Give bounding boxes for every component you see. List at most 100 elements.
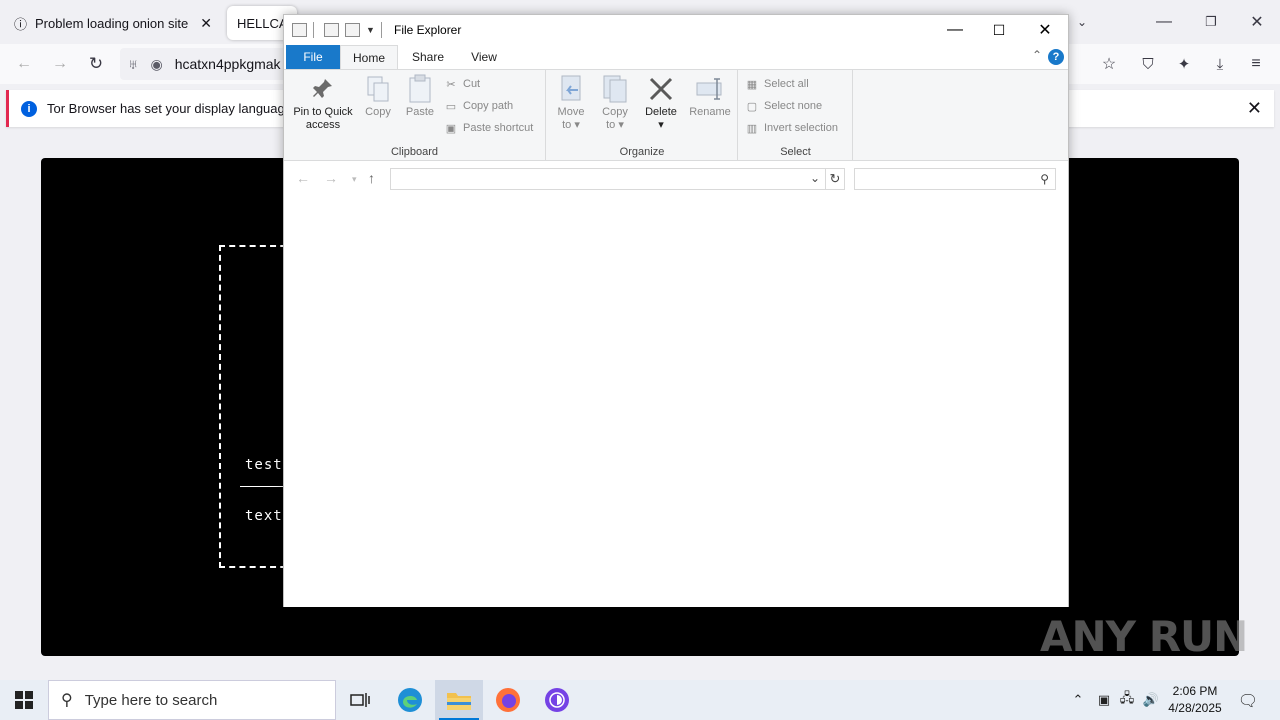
taskbar-search-placeholder: Type here to search <box>84 691 218 709</box>
close-notification-icon[interactable]: ✕ <box>1247 98 1262 119</box>
tab-view[interactable]: View <box>460 45 508 69</box>
copy-icon <box>363 74 393 104</box>
firefox-icon[interactable] <box>484 680 532 720</box>
move-to-button[interactable]: Move to ▾ <box>553 74 589 132</box>
copy-to-icon <box>600 74 630 104</box>
info-icon: i <box>21 100 37 117</box>
tor-browser-icon[interactable] <box>533 680 581 720</box>
clipboard-group-label: Clipboard <box>390 146 439 158</box>
folder-window-icon <box>292 23 307 37</box>
organize-group: Move to ▾ Copy to ▾ Delete ▾ Rename Orga… <box>547 70 738 160</box>
quick-access-toolbar: ▼ <box>292 22 382 38</box>
bookmark-star-icon[interactable]: ☆ <box>1097 52 1121 76</box>
ribbon-home: Pin to Quick access Copy Paste ✂ Cut ▭ C… <box>284 69 1068 161</box>
select-group-label: Select <box>780 146 811 158</box>
ribbon-tabs: File Home Share View ⌃ ? <box>284 45 1068 69</box>
collapse-ribbon-icon[interactable]: ⌃ <box>1032 48 1042 62</box>
back-arrow-icon[interactable]: ← <box>12 52 36 76</box>
clock-date: 4/28/2025 <box>1168 701 1222 715</box>
reload-icon[interactable]: ↻ <box>84 52 108 76</box>
windows-start-icon[interactable] <box>0 680 48 720</box>
shield-icon[interactable]: ⛉ <box>1136 52 1160 76</box>
search-field[interactable]: ⚲ <box>854 168 1056 190</box>
taskbar-search-box[interactable]: ⚲ Type here to search <box>48 680 336 720</box>
show-hidden-icons-chevron[interactable]: ⌃ <box>1068 680 1088 720</box>
onion-icon[interactable]: ◉ <box>151 56 163 73</box>
explorer-back-icon[interactable]: ← <box>296 170 310 186</box>
menu-hamburger-icon[interactable]: ≡ <box>1244 52 1268 76</box>
cut-button[interactable]: ✂ Cut <box>444 74 480 94</box>
address-dropdown-icon[interactable]: ⌄ <box>810 171 820 185</box>
window-title: File Explorer <box>394 23 462 37</box>
customize-qat-dropdown-icon[interactable]: ▼ <box>366 25 375 35</box>
tab-share[interactable]: Share <box>402 45 454 69</box>
paste-shortcut-button[interactable]: ▣ Paste shortcut <box>444 118 534 138</box>
address-bar[interactable] <box>390 168 826 190</box>
close-browser-icon[interactable]: ✕ <box>1243 10 1271 34</box>
anyrun-watermark: ANY RUN <box>1040 612 1248 661</box>
info-icon: ⓘ <box>14 16 28 32</box>
taskbar-clock[interactable]: 2:06 PM 4/28/2025 <box>1160 683 1230 717</box>
file-list-area[interactable] <box>284 195 1068 607</box>
delete-button[interactable]: Delete ▾ <box>639 74 683 132</box>
tab-home[interactable]: Home <box>340 45 398 69</box>
search-icon: ⚲ <box>61 692 73 709</box>
close-icon[interactable]: ✕ <box>1022 15 1068 45</box>
recent-locations-icon[interactable]: ▾ <box>352 174 357 185</box>
organize-group-label: Organize <box>619 146 665 158</box>
notification-text: Tor Browser has set your display languag… <box>47 101 313 116</box>
page-line-text: text <box>245 508 283 524</box>
forward-arrow-icon[interactable]: → <box>48 52 72 76</box>
download-icon[interactable]: ⤓ <box>1208 52 1232 76</box>
paste-button[interactable]: Paste <box>402 74 438 119</box>
close-tab-icon[interactable]: ✕ <box>200 15 212 32</box>
pin-to-quick-access-button[interactable]: Pin to Quick access <box>290 74 356 132</box>
volume-icon[interactable]: 🔊 <box>1141 680 1161 720</box>
url-text: hcatxn4ppkgmak <box>174 56 281 72</box>
file-explorer-taskbar-icon[interactable] <box>435 680 483 720</box>
restore-browser-icon[interactable]: ❐ <box>1197 10 1225 34</box>
select-none-icon: ▢ <box>746 100 758 113</box>
rename-button[interactable]: Rename <box>687 74 733 119</box>
tor-circuit-icon[interactable]: ♅ <box>128 56 139 72</box>
invert-selection-icon: ▥ <box>746 122 758 135</box>
copy-path-icon: ▭ <box>445 100 457 113</box>
select-none-button[interactable]: ▢ Select none <box>745 96 822 116</box>
minimize-icon[interactable]: — <box>932 15 978 45</box>
paste-icon <box>405 74 435 104</box>
help-icon[interactable]: ? <box>1048 49 1064 65</box>
copy-path-button[interactable]: ▭ Copy path <box>444 96 513 116</box>
new-folder-icon[interactable] <box>345 23 360 37</box>
select-group: ▦ Select all ▢ Select none ▥ Invert sele… <box>739 70 853 160</box>
pin-icon <box>308 74 338 104</box>
task-view-icon[interactable] <box>336 680 384 720</box>
up-arrow-icon[interactable]: ↑ <box>368 170 375 186</box>
network-icon[interactable]: 🖧 <box>1117 680 1137 720</box>
file-explorer-window: ▼ File Explorer — ☐ ✕ File Home Share Vi… <box>283 14 1069 607</box>
paste-shortcut-icon: ▣ <box>445 122 457 135</box>
maximize-icon[interactable]: ☐ <box>976 15 1022 45</box>
edge-browser-icon[interactable] <box>386 680 434 720</box>
clock-time: 2:06 PM <box>1172 684 1218 698</box>
select-all-button[interactable]: ▦ Select all <box>745 74 809 94</box>
page-line-test: test <box>245 457 283 473</box>
properties-icon[interactable] <box>324 23 339 37</box>
select-all-icon: ▦ <box>746 78 758 91</box>
tab-file[interactable]: File <box>286 45 340 69</box>
minimize-browser-icon[interactable]: — <box>1150 10 1178 34</box>
refresh-icon[interactable]: ↻ <box>825 168 845 190</box>
copy-button[interactable]: Copy <box>360 74 396 119</box>
copy-to-button[interactable]: Copy to ▾ <box>595 74 635 132</box>
explorer-title-bar: ▼ File Explorer — ☐ ✕ <box>284 15 1068 45</box>
delete-x-icon <box>646 74 676 104</box>
taskbar: ⚲ Type here to search ⌃ ▣ 🖧 🔊 2:06 PM 4/… <box>0 680 1280 720</box>
clipboard-group: Pin to Quick access Copy Paste ✂ Cut ▭ C… <box>284 70 546 160</box>
explorer-forward-icon[interactable]: → <box>324 170 338 186</box>
tab-problem-loading[interactable]: ⓘ Problem loading onion site ✕ <box>4 6 222 40</box>
new-identity-icon[interactable]: ✦ <box>1172 52 1196 76</box>
search-icon: ⚲ <box>1040 172 1049 186</box>
tab-list-chevron-icon[interactable]: ⌄ <box>1068 10 1096 34</box>
invert-selection-button[interactable]: ▥ Invert selection <box>745 118 838 138</box>
notification-center-icon[interactable]: 🗨 <box>1234 680 1262 720</box>
device-icon[interactable]: ▣ <box>1094 680 1114 720</box>
